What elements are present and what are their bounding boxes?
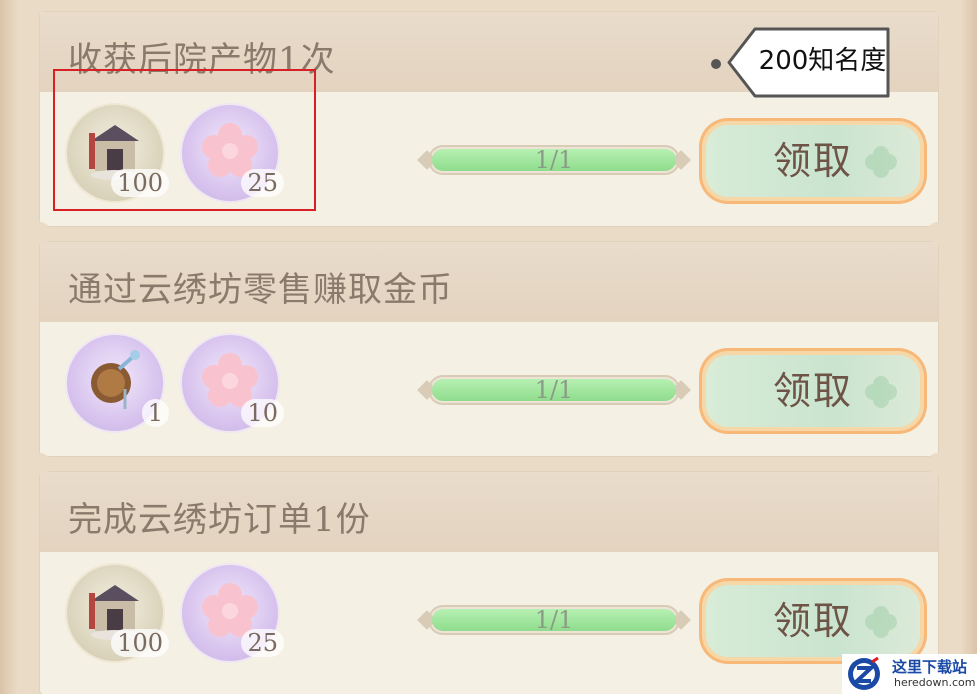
site-logo-icon xyxy=(848,656,880,690)
reward-quantity: 25 xyxy=(241,629,284,657)
reward-item[interactable]: 10 xyxy=(182,335,284,431)
claim-button[interactable]: 领取 xyxy=(706,355,920,427)
claim-button[interactable]: 领取 xyxy=(706,585,920,657)
watermark: 这里下载站 heredown.com xyxy=(842,654,977,694)
claim-button-label: 领取 xyxy=(772,599,853,643)
reward-quantity: 100 xyxy=(111,629,169,657)
highlight-box xyxy=(53,69,316,211)
reward-item[interactable]: 25 xyxy=(182,565,284,661)
claim-button[interactable]: 领取 xyxy=(706,125,920,197)
watermark-name: 这里下载站 xyxy=(892,658,968,676)
callout-tooltip: 200知名度 xyxy=(727,27,890,98)
reward-quantity: 1 xyxy=(141,399,169,427)
progress-text: 1/1 xyxy=(534,146,574,174)
claim-button-label: 领取 xyxy=(772,369,853,413)
reward-quantity: 10 xyxy=(241,399,284,427)
watermark-url: heredown.com xyxy=(894,676,976,689)
progress-bar: 1/1 xyxy=(417,605,691,635)
card-notch xyxy=(29,222,51,244)
task-card: 完成云绣坊订单1份 100 25 1/1 领取 xyxy=(40,472,938,694)
progress-bar: 1/1 xyxy=(417,145,691,175)
progress-bar: 1/1 xyxy=(417,375,691,405)
task-title: 完成云绣坊订单1份 xyxy=(68,500,371,540)
reward-item[interactable]: 1 xyxy=(67,335,169,431)
callout-dot xyxy=(711,59,721,69)
card-notch xyxy=(927,453,949,475)
task-card: 通过云绣坊零售赚取金币 1 10 1/1 领取 xyxy=(40,242,938,456)
progress-text: 1/1 xyxy=(534,376,574,404)
claim-button-label: 领取 xyxy=(772,139,853,183)
callout-text: 200知名度 xyxy=(758,46,887,76)
progress-text: 1/1 xyxy=(534,606,574,634)
reward-item[interactable]: 100 xyxy=(67,565,169,661)
task-title: 通过云绣坊零售赚取金币 xyxy=(68,270,453,310)
fan-icon xyxy=(91,350,140,409)
card-notch xyxy=(29,453,51,475)
card-notch xyxy=(927,222,949,244)
